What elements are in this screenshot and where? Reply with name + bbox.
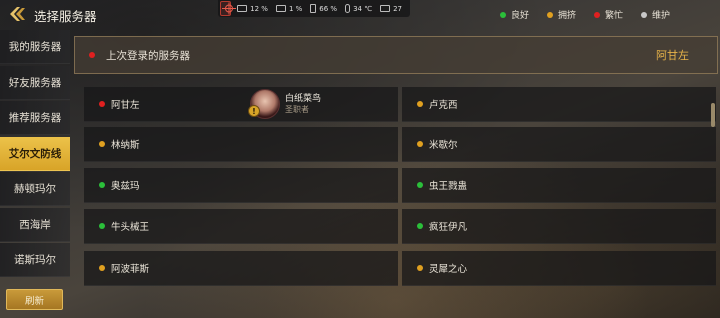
server-name: 灵犀之心 xyxy=(429,264,468,275)
exclamation-icon: ! xyxy=(248,105,260,117)
last-login-server: 阿甘左 xyxy=(656,49,689,62)
green-dot-icon xyxy=(500,11,506,18)
sidebar-item-hendon-myre[interactable]: 赫顿玛尔 xyxy=(0,172,70,206)
cpu-usage: 12 % xyxy=(250,4,268,13)
server-name: 阿波菲斯 xyxy=(111,264,150,275)
server-name: 奥兹玛 xyxy=(111,181,140,192)
back-arrow-icon[interactable] xyxy=(8,6,28,22)
sidebar-item-elvenguard[interactable]: 艾尔文防线 xyxy=(0,136,70,171)
green-dot-icon xyxy=(99,182,105,188)
status-legend: 良好 拥挤 繁忙 维护 xyxy=(500,8,688,21)
server-name: 牛头械王 xyxy=(111,222,150,233)
top-bar: 选择服务器 12 % 1 % 66 % 34 ℃ 27 良好 拥挤 繁忙 维护 xyxy=(0,0,720,28)
server-name: 阿甘左 xyxy=(111,100,140,111)
green-dot-icon xyxy=(99,223,105,229)
cpu-icon xyxy=(237,5,248,12)
sidebar-item-friend-servers[interactable]: 好友服务器 xyxy=(0,65,70,100)
last-login-bar[interactable]: 上次登录的服务器 阿甘左 xyxy=(74,36,718,74)
storage-value: 27 xyxy=(393,4,402,13)
server-item[interactable]: 疯狂伊凡 xyxy=(402,209,716,244)
orange-dot-icon xyxy=(417,101,423,107)
server-item[interactable]: 阿波菲斯 xyxy=(84,251,398,286)
orange-dot-icon xyxy=(99,265,105,271)
thermometer-icon xyxy=(345,4,351,13)
scrollbar-thumb[interactable] xyxy=(711,103,715,127)
server-name: 疯狂伊凡 xyxy=(429,222,468,233)
memory-icon xyxy=(275,5,286,12)
server-name: 米歇尔 xyxy=(429,140,458,151)
red-dot-icon xyxy=(89,52,95,58)
server-item[interactable]: 林纳斯 xyxy=(84,127,398,162)
server-item[interactable]: 卢克西 xyxy=(402,87,716,122)
sidebar-item-recommended[interactable]: 推荐服务器 xyxy=(0,101,70,135)
battery-icon xyxy=(310,4,317,13)
green-dot-icon xyxy=(417,182,423,188)
refresh-button[interactable]: 刷新 xyxy=(6,289,63,310)
sidebar-item-my-servers[interactable]: 我的服务器 xyxy=(0,30,70,64)
character-card: ! 白纸菜鸟 圣职者 xyxy=(248,88,338,122)
green-dot-icon xyxy=(417,223,423,229)
server-item[interactable]: 灵犀之心 xyxy=(402,251,716,286)
device-status-strip: 12 % 1 % 66 % 34 ℃ 27 xyxy=(218,0,410,17)
sidebar-item-west-coast[interactable]: 西海岸 xyxy=(0,207,70,242)
character-name: 白纸菜鸟 xyxy=(285,94,322,104)
orange-dot-icon xyxy=(417,265,423,271)
legend-good: 良好 xyxy=(500,8,529,21)
sidebar-item-norsmar[interactable]: 诺斯玛尔 xyxy=(0,243,70,277)
server-item[interactable]: 牛头械王 xyxy=(84,209,398,244)
orange-dot-icon xyxy=(547,11,554,18)
memory-usage: 1 % xyxy=(288,4,303,13)
orange-dot-icon xyxy=(417,141,423,147)
server-item[interactable]: 米歇尔 xyxy=(402,127,716,162)
region-sidebar: 我的服务器 好友服务器 推荐服务器 艾尔文防线 赫顿玛尔 西海岸 诺斯玛尔 xyxy=(0,30,70,279)
battery-level: 66 % xyxy=(319,4,338,13)
orange-dot-icon xyxy=(99,141,105,147)
temperature: 34 ℃ xyxy=(353,4,373,13)
storage-icon xyxy=(380,5,391,12)
gray-dot-icon xyxy=(641,11,648,18)
legend-crowded: 拥挤 xyxy=(547,8,576,21)
red-dot-icon xyxy=(99,101,105,107)
crosshair-icon[interactable] xyxy=(220,1,236,16)
red-dot-icon xyxy=(594,11,601,18)
server-item[interactable]: 虫王戮蛊 xyxy=(402,168,716,203)
character-class: 圣职者 xyxy=(285,105,309,114)
server-item[interactable]: 阿甘左 xyxy=(84,87,398,122)
server-item[interactable]: 奥兹玛 xyxy=(84,168,398,203)
last-login-label: 上次登录的服务器 xyxy=(106,49,190,62)
server-name: 林纳斯 xyxy=(111,140,140,151)
page-title: 选择服务器 xyxy=(34,9,97,24)
legend-busy: 繁忙 xyxy=(594,8,623,21)
server-name: 卢克西 xyxy=(429,100,458,111)
server-name: 虫王戮蛊 xyxy=(429,181,468,192)
legend-maintenance: 维护 xyxy=(641,8,670,21)
